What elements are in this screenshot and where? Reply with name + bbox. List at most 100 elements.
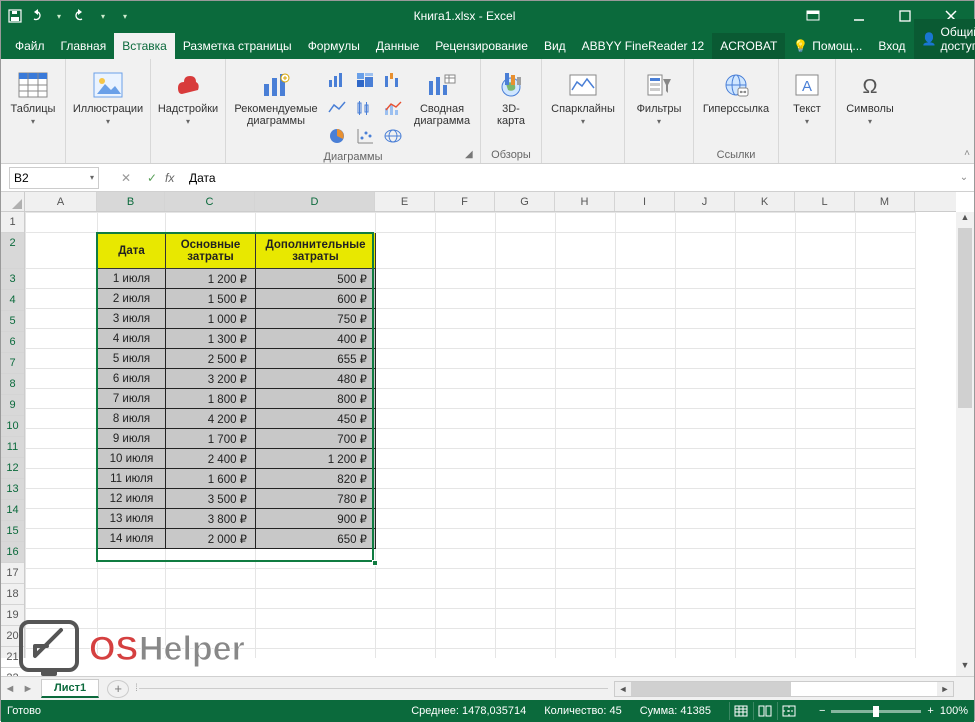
cell[interactable] bbox=[556, 389, 616, 409]
cell[interactable] bbox=[736, 329, 796, 349]
cell[interactable] bbox=[616, 389, 676, 409]
cell[interactable] bbox=[556, 409, 616, 429]
formula-input[interactable] bbox=[185, 171, 954, 185]
cell[interactable] bbox=[496, 629, 556, 649]
cell[interactable] bbox=[98, 609, 166, 629]
row-header[interactable]: 19 bbox=[1, 605, 24, 626]
cell[interactable]: 480 ₽ bbox=[256, 369, 376, 389]
cell[interactable] bbox=[556, 369, 616, 389]
cell[interactable] bbox=[436, 233, 496, 269]
map3d-button[interactable]: 3D- карта bbox=[487, 63, 535, 127]
addins-button[interactable]: Надстройки ▾ bbox=[157, 63, 219, 126]
column-header[interactable]: C bbox=[165, 192, 255, 211]
cell[interactable] bbox=[26, 369, 98, 389]
row-header[interactable]: 5 bbox=[1, 311, 24, 332]
chevron-down-icon[interactable]: ▾ bbox=[90, 173, 94, 182]
row-header[interactable]: 18 bbox=[1, 584, 24, 605]
zoom-in-icon[interactable]: + bbox=[927, 705, 933, 717]
tab-data[interactable]: Данные bbox=[368, 33, 427, 59]
cell[interactable] bbox=[616, 329, 676, 349]
cell[interactable] bbox=[556, 529, 616, 549]
cell[interactable]: 1 600 ₽ bbox=[166, 469, 256, 489]
scroll-down-icon[interactable]: ▼ bbox=[956, 660, 974, 676]
cell[interactable] bbox=[796, 389, 856, 409]
cell[interactable] bbox=[496, 429, 556, 449]
cell[interactable] bbox=[616, 429, 676, 449]
cell[interactable] bbox=[676, 569, 736, 589]
cell[interactable] bbox=[676, 509, 736, 529]
cell[interactable] bbox=[376, 449, 436, 469]
cell[interactable] bbox=[556, 449, 616, 469]
cell[interactable] bbox=[856, 649, 916, 659]
cell[interactable]: 2 400 ₽ bbox=[166, 449, 256, 469]
cell[interactable] bbox=[796, 329, 856, 349]
cell[interactable] bbox=[736, 609, 796, 629]
cell[interactable] bbox=[436, 549, 496, 569]
cell[interactable] bbox=[256, 569, 376, 589]
cell[interactable] bbox=[616, 489, 676, 509]
cell[interactable]: 400 ₽ bbox=[256, 329, 376, 349]
page-layout-view-icon[interactable] bbox=[753, 702, 777, 720]
cell[interactable] bbox=[436, 609, 496, 629]
sign-in[interactable]: Вход bbox=[870, 33, 913, 59]
row-header[interactable]: 10 bbox=[1, 416, 24, 437]
cell[interactable] bbox=[616, 269, 676, 289]
cell[interactable]: Дата bbox=[98, 233, 166, 269]
row-header[interactable]: 1 bbox=[1, 212, 24, 233]
cell[interactable] bbox=[736, 529, 796, 549]
tab-nav-next-icon[interactable]: ► bbox=[19, 683, 37, 695]
cell[interactable] bbox=[376, 569, 436, 589]
tab-acrobat[interactable]: ACROBAT bbox=[712, 33, 785, 59]
tab-file[interactable]: Файл bbox=[7, 33, 53, 59]
cell[interactable] bbox=[26, 429, 98, 449]
cell[interactable]: 3 200 ₽ bbox=[166, 369, 256, 389]
cell[interactable] bbox=[796, 549, 856, 569]
pivot-chart-button[interactable]: Сводная диаграмма bbox=[410, 63, 474, 127]
cell[interactable] bbox=[616, 409, 676, 429]
cell[interactable] bbox=[436, 649, 496, 659]
cell[interactable] bbox=[616, 509, 676, 529]
cell[interactable]: 1 000 ₽ bbox=[166, 309, 256, 329]
qat-customize-icon[interactable]: ▾ bbox=[117, 8, 133, 24]
cell[interactable] bbox=[856, 629, 916, 649]
cell[interactable] bbox=[856, 429, 916, 449]
cell[interactable] bbox=[376, 629, 436, 649]
row-headers[interactable]: 12345678910111213141516171819202122 bbox=[1, 212, 25, 658]
tab-abbyy[interactable]: ABBYY FineReader 12 bbox=[574, 33, 713, 59]
cell[interactable] bbox=[556, 549, 616, 569]
cell[interactable]: 2 500 ₽ bbox=[166, 349, 256, 369]
cell[interactable] bbox=[676, 549, 736, 569]
scroll-thumb[interactable] bbox=[958, 228, 972, 408]
row-header[interactable]: 12 bbox=[1, 458, 24, 479]
cancel-icon[interactable]: ✕ bbox=[113, 171, 139, 185]
cell[interactable] bbox=[796, 489, 856, 509]
cell[interactable] bbox=[856, 569, 916, 589]
column-header[interactable]: D bbox=[255, 192, 375, 211]
redo-icon[interactable] bbox=[73, 8, 89, 24]
cell[interactable] bbox=[736, 213, 796, 233]
cell[interactable] bbox=[556, 269, 616, 289]
cell[interactable] bbox=[676, 409, 736, 429]
cell[interactable] bbox=[436, 449, 496, 469]
cell[interactable] bbox=[736, 289, 796, 309]
minimize-icon[interactable] bbox=[836, 1, 882, 31]
cell[interactable] bbox=[556, 509, 616, 529]
cell[interactable] bbox=[496, 269, 556, 289]
cell[interactable] bbox=[676, 649, 736, 659]
cell[interactable] bbox=[496, 489, 556, 509]
cell[interactable] bbox=[856, 349, 916, 369]
page-break-view-icon[interactable] bbox=[777, 702, 801, 720]
column-chart-icon[interactable] bbox=[324, 67, 350, 93]
cell[interactable]: 4 июля bbox=[98, 329, 166, 349]
cell[interactable] bbox=[376, 289, 436, 309]
cell[interactable] bbox=[166, 589, 256, 609]
cell[interactable] bbox=[556, 213, 616, 233]
collapse-ribbon-icon[interactable]: ˄ bbox=[964, 148, 970, 159]
row-header[interactable]: 13 bbox=[1, 479, 24, 500]
cell[interactable] bbox=[376, 649, 436, 659]
cell[interactable] bbox=[556, 289, 616, 309]
cell[interactable] bbox=[26, 569, 98, 589]
cell[interactable] bbox=[736, 449, 796, 469]
cell[interactable] bbox=[736, 549, 796, 569]
zoom-slider[interactable] bbox=[831, 710, 921, 713]
